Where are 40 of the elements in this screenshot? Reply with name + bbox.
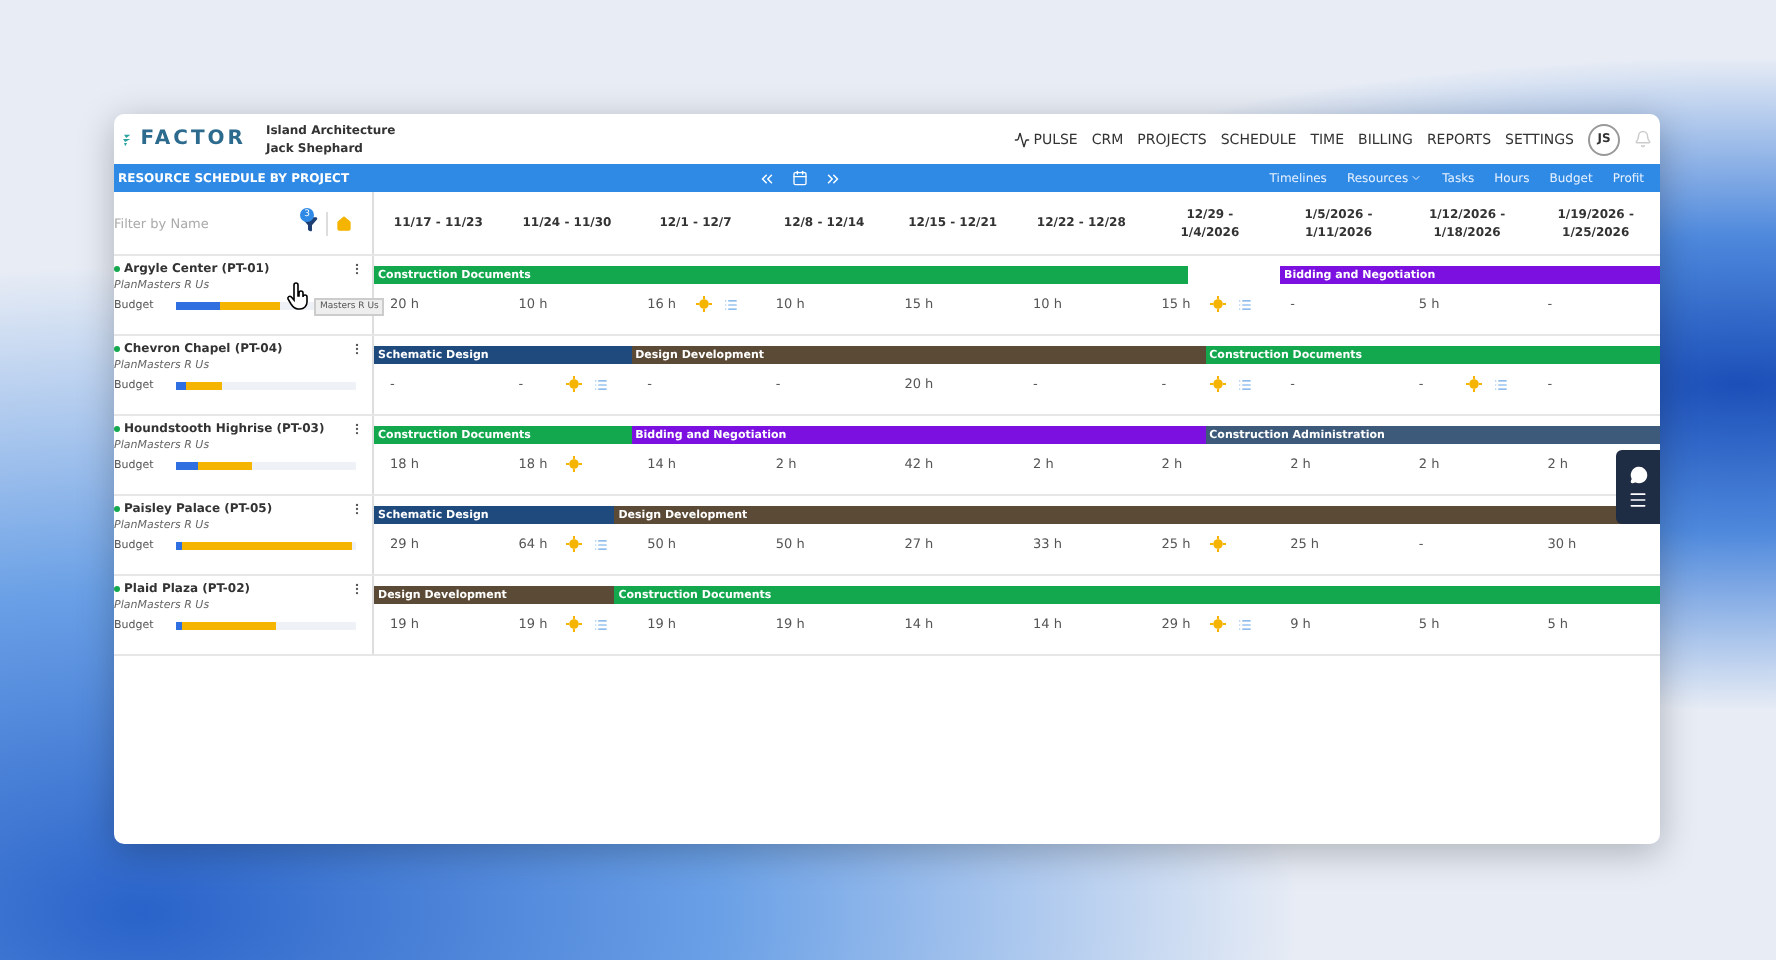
more-icon[interactable] <box>350 582 364 596</box>
warning-icon[interactable] <box>566 376 583 392</box>
pulse-icon <box>1013 131 1030 147</box>
status-dot <box>114 426 120 432</box>
warning-icon[interactable] <box>1209 376 1226 392</box>
previous-icon[interactable] <box>758 169 776 187</box>
home-icon[interactable] <box>336 215 352 231</box>
logo-text: FACTOR <box>140 128 246 150</box>
more-icon[interactable] <box>350 342 364 356</box>
calendar-icon[interactable] <box>792 170 808 186</box>
list-icon[interactable] <box>1494 377 1509 391</box>
more-icon[interactable] <box>350 262 364 276</box>
list-icon[interactable] <box>594 617 609 631</box>
list-icon[interactable] <box>594 537 609 551</box>
warning-icon[interactable] <box>1209 616 1226 632</box>
list-icon[interactable] <box>594 377 609 391</box>
status-dot <box>114 506 120 512</box>
menu-icon[interactable] <box>1628 489 1648 509</box>
warning-icon[interactable] <box>566 536 583 552</box>
chat-icon[interactable] <box>1629 465 1647 483</box>
help-widget[interactable] <box>1616 450 1660 524</box>
list-icon[interactable] <box>723 297 738 311</box>
caret-icon <box>1410 172 1423 184</box>
status-dot <box>114 586 120 592</box>
status-dot <box>114 346 120 352</box>
warning-icon[interactable] <box>695 296 712 312</box>
more-icon[interactable] <box>350 422 364 436</box>
more-icon[interactable] <box>350 502 364 516</box>
warning-icon[interactable] <box>566 616 583 632</box>
hand-cursor-icon <box>286 282 310 310</box>
status-dot <box>114 266 120 272</box>
list-icon[interactable] <box>1237 377 1252 391</box>
next-icon[interactable] <box>824 169 842 187</box>
warning-icon[interactable] <box>566 456 583 472</box>
warning-icon[interactable] <box>1209 536 1226 552</box>
warning-icon[interactable] <box>1209 296 1226 312</box>
list-icon[interactable] <box>1237 297 1252 311</box>
list-icon[interactable] <box>1237 617 1252 631</box>
bell-icon[interactable] <box>1634 130 1652 148</box>
warning-icon[interactable] <box>1466 376 1483 392</box>
